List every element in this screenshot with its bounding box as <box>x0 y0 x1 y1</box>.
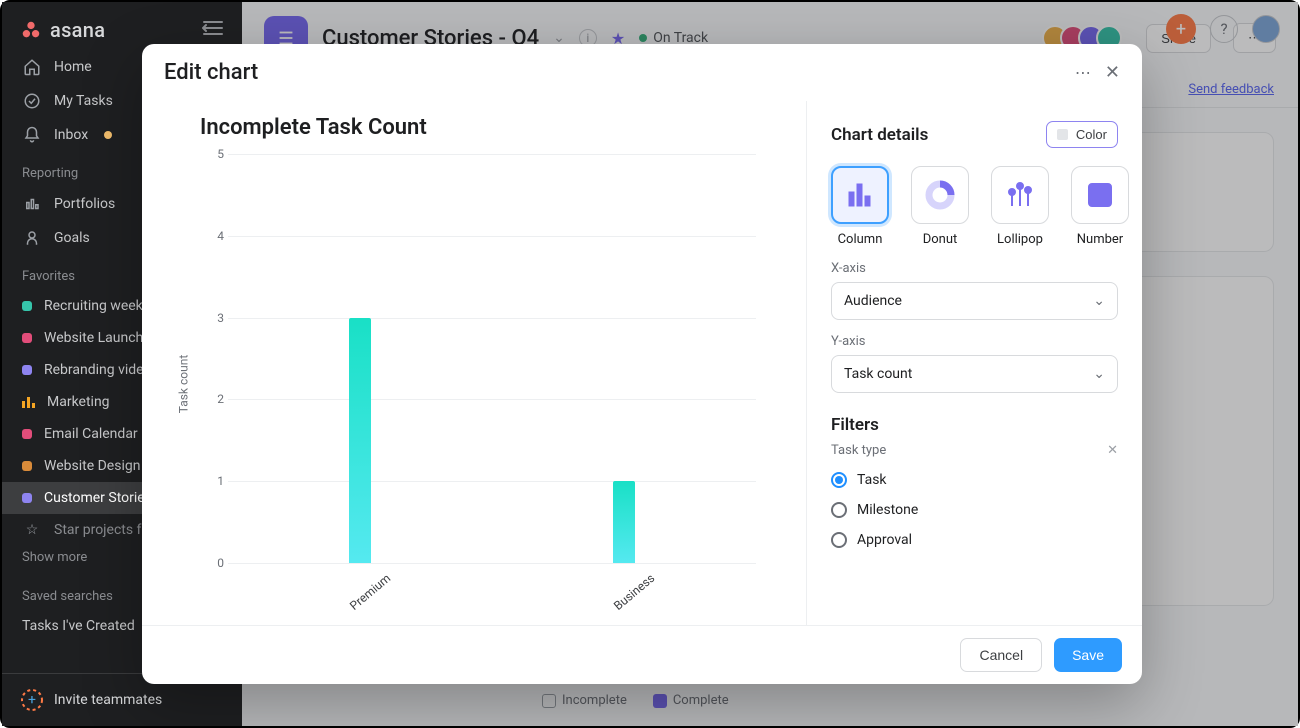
saved-search-label: Tasks I've Created <box>22 618 135 634</box>
y-axis-label: Y-axis <box>831 334 1118 349</box>
asana-logo-icon <box>20 19 42 41</box>
x-axis-label: X-axis <box>831 261 1118 276</box>
chart-bar[interactable]: Business <box>492 154 756 563</box>
chart-preview: Incomplete Task Count Task count 012345P… <box>142 101 806 625</box>
cancel-button[interactable]: Cancel <box>960 638 1042 672</box>
invite-label: Invite teammates <box>54 692 162 708</box>
y-axis-label: Task count <box>176 354 190 413</box>
project-color-icon <box>22 429 32 439</box>
radio-approval-label: Approval <box>857 532 912 548</box>
chart-type-picker: Column Donut Lollipop Number <box>831 166 1118 247</box>
chart-category-label: Business <box>611 571 657 613</box>
x-axis-value: Audience <box>844 293 902 309</box>
y-axis-select[interactable]: Task count ⌄ <box>831 355 1118 393</box>
project-color-icon <box>22 301 32 311</box>
chart-type-number-label: Number <box>1077 232 1123 247</box>
brand-name: asana <box>50 18 105 42</box>
inbox-unread-dot-icon <box>104 131 112 139</box>
project-color-icon <box>22 493 32 503</box>
chart-canvas: Task count 012345PremiumBusiness <box>162 150 786 617</box>
project-color-icon <box>22 333 32 343</box>
remove-filter-icon[interactable]: ✕ <box>1107 443 1118 458</box>
radio-task-label: Task <box>857 472 887 488</box>
invite-icon: + <box>20 688 44 712</box>
radio-task[interactable]: Task <box>831 472 1118 488</box>
sidebar-favorite-label: Email Calendar <box>44 426 138 442</box>
chart-type-donut-label: Donut <box>923 232 958 247</box>
goals-icon <box>22 229 42 247</box>
filter-name: Task type <box>831 443 886 458</box>
close-icon[interactable]: ✕ <box>1105 62 1120 83</box>
color-button[interactable]: Color <box>1046 121 1118 148</box>
modal-header: Edit chart ⋯ ✕ <box>142 44 1142 101</box>
chart-category-label: Premium <box>347 571 393 613</box>
svg-text:+: + <box>28 692 36 708</box>
brand: asana <box>2 2 242 50</box>
color-button-label: Color <box>1076 127 1107 142</box>
chevron-down-icon: ⌄ <box>1093 366 1105 382</box>
chart-details-title: Chart details <box>831 125 928 145</box>
check-circle-icon <box>22 92 42 110</box>
sidebar-collapse-icon[interactable] <box>202 19 224 41</box>
nav-portfolios-label: Portfolios <box>54 196 115 212</box>
chart-type-lollipop-label: Lollipop <box>997 232 1043 247</box>
sidebar-favorite-label: Customer Stories <box>44 490 152 506</box>
star-outline-icon: ☆ <box>22 522 42 538</box>
radio-icon <box>831 532 847 548</box>
filters-heading: Filters <box>831 415 1118 435</box>
chart-type-column[interactable]: Column <box>831 166 889 247</box>
edit-chart-modal: Edit chart ⋯ ✕ Incomplete Task Count Tas… <box>142 44 1142 684</box>
sidebar-favorite-label: Rebranding video <box>44 362 152 378</box>
radio-icon <box>831 472 847 488</box>
chart-type-number[interactable]: Number <box>1071 166 1129 247</box>
chart-type-column-label: Column <box>838 232 883 247</box>
more-icon[interactable]: ⋯ <box>1075 63 1091 82</box>
chart-type-donut[interactable]: Donut <box>911 166 969 247</box>
color-swatch-icon <box>1057 129 1068 140</box>
chart-bar[interactable]: Premium <box>228 154 492 563</box>
modal-footer: Cancel Save <box>142 625 1142 684</box>
project-color-icon <box>22 461 32 471</box>
project-color-icon <box>22 397 35 408</box>
nav-my-tasks-label: My Tasks <box>54 93 113 109</box>
sidebar-favorite-label: Website Launch <box>44 330 143 346</box>
chart-details-panel: Chart details Color Column Donut Lollipo… <box>806 101 1142 625</box>
nav-home-label: Home <box>54 59 92 75</box>
radio-icon <box>831 502 847 518</box>
modal-title: Edit chart <box>164 60 258 85</box>
home-icon <box>22 58 42 76</box>
radio-milestone-label: Milestone <box>857 502 918 518</box>
y-axis-value: Task count <box>844 366 912 382</box>
chart-title: Incomplete Task Count <box>154 111 794 150</box>
nav-inbox-label: Inbox <box>54 127 88 143</box>
sidebar-favorite-label: Marketing <box>47 394 110 410</box>
radio-approval[interactable]: Approval <box>831 532 1118 548</box>
project-color-icon <box>22 365 32 375</box>
portfolios-icon <box>22 195 42 213</box>
radio-milestone[interactable]: Milestone <box>831 502 1118 518</box>
sidebar-favorite-label: Recruiting weekly <box>44 298 153 314</box>
bell-icon <box>22 126 42 144</box>
x-axis-select[interactable]: Audience ⌄ <box>831 282 1118 320</box>
chart-type-lollipop[interactable]: Lollipop <box>991 166 1049 247</box>
chevron-down-icon: ⌄ <box>1093 293 1105 309</box>
nav-goals-label: Goals <box>54 230 90 246</box>
sidebar-favorite-label: Website Design <box>44 458 140 474</box>
save-button[interactable]: Save <box>1054 638 1122 672</box>
